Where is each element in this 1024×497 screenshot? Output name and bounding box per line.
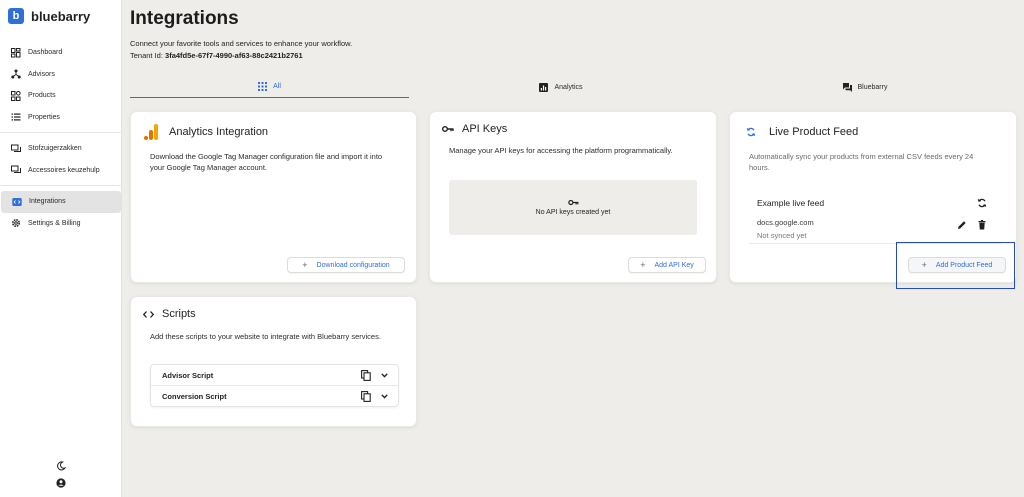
account-icon bbox=[56, 478, 66, 488]
card-title: API Keys bbox=[462, 123, 508, 135]
sidebar-item-dashboard[interactable]: Dashboard bbox=[0, 42, 122, 64]
sidebar-divider bbox=[0, 132, 122, 133]
sidebar-item-accessoires-keuzehulp[interactable]: Accessoires keuzehulp bbox=[0, 160, 122, 182]
sidebar-item-properties[interactable]: Properties bbox=[0, 107, 122, 129]
card-title: Analytics Integration bbox=[169, 126, 269, 138]
card-description: Download the Google Tag Manager configur… bbox=[150, 152, 383, 172]
feed-status: Not synced yet bbox=[757, 231, 807, 240]
sidebar-item-advisors[interactable]: Advisors bbox=[0, 64, 122, 86]
api-keys-card: API Keys Manage your API keys for access… bbox=[429, 111, 717, 283]
integrations-icon bbox=[12, 197, 22, 206]
card-description: Manage your API keys for accessing the p… bbox=[449, 146, 673, 155]
sidebar-item-label: Dashboard bbox=[28, 49, 63, 57]
scripts-card: Scripts Add these scripts to your websit… bbox=[130, 296, 417, 427]
conversion-script-row[interactable]: Conversion Script bbox=[150, 386, 399, 407]
button-label: Download configuration bbox=[316, 261, 390, 269]
tab-analytics[interactable]: Analytics bbox=[409, 76, 713, 98]
sidebar-item-label: Accessoires keuzehulp bbox=[28, 166, 100, 174]
sidebar-item-products[interactable]: Products bbox=[0, 85, 122, 107]
empty-message: No API keys created yet bbox=[535, 209, 611, 216]
analytics-integration-card: Analytics Integration Download the Googl… bbox=[130, 111, 417, 283]
script-name: Advisor Script bbox=[162, 371, 214, 380]
brand-name: bluebarry bbox=[31, 8, 91, 24]
api-keys-empty-state: No API keys created yet bbox=[449, 180, 697, 235]
tab-label: Analytics bbox=[554, 83, 583, 91]
tab-bluebarry[interactable]: Bluebarry bbox=[713, 76, 1017, 98]
button-label: Add API Key bbox=[654, 261, 694, 269]
tenant-value: 3fa4fd5e-67f7-4990-af63-88c2421b2761 bbox=[165, 51, 303, 60]
key-icon bbox=[567, 199, 578, 206]
tab-all[interactable]: All bbox=[130, 76, 409, 98]
script-name: Conversion Script bbox=[162, 392, 227, 401]
chat-icon bbox=[11, 165, 21, 174]
brand[interactable]: b bluebarry bbox=[8, 8, 90, 24]
dashboard-icon bbox=[11, 47, 21, 58]
sidebar-item-label: Properties bbox=[28, 113, 60, 121]
sidebar-nav: Dashboard Advisors Products Properties S… bbox=[0, 42, 122, 234]
forum-icon bbox=[842, 82, 852, 92]
apps-icon bbox=[258, 82, 268, 91]
feed-name: Example live feed bbox=[757, 198, 825, 208]
code-icon bbox=[143, 311, 154, 318]
sidebar-item-label: Advisors bbox=[28, 70, 55, 78]
sidebar-item-label: Stofzuigerzakken bbox=[28, 145, 82, 153]
highlight-box bbox=[896, 242, 1015, 289]
tenant-id: Tenant Id: 3fa4fd5e-67f7-4990-af63-88c24… bbox=[130, 51, 303, 60]
plus-icon: + bbox=[640, 260, 646, 270]
sidebar-item-label: Settings & Billing bbox=[28, 219, 81, 227]
plus-icon: + bbox=[302, 260, 308, 270]
add-api-key-button[interactable]: + Add API Key bbox=[628, 257, 706, 273]
hierarchy-icon bbox=[11, 69, 21, 79]
sidebar-item-label: Integrations bbox=[29, 198, 66, 206]
google-analytics-icon bbox=[144, 124, 158, 140]
delete-icon[interactable] bbox=[977, 220, 987, 230]
grid-icon bbox=[11, 90, 21, 101]
card-title: Live Product Feed bbox=[769, 126, 859, 138]
key-icon bbox=[442, 126, 454, 132]
gear-icon bbox=[11, 219, 21, 228]
brand-logo: b bbox=[8, 8, 24, 24]
download-configuration-button[interactable]: + Download configuration bbox=[287, 257, 405, 273]
analytics-icon bbox=[539, 82, 549, 92]
chat-icon bbox=[11, 144, 21, 152]
account-button[interactable] bbox=[55, 477, 67, 489]
sync-icon bbox=[746, 127, 756, 137]
list-icon bbox=[11, 113, 21, 121]
sidebar-item-integrations[interactable]: Integrations bbox=[1, 191, 121, 213]
edit-icon[interactable] bbox=[957, 220, 967, 230]
sidebar: b bluebarry Dashboard Advisors Products … bbox=[0, 0, 122, 497]
feed-item: Example live feed docs.google.com Not sy… bbox=[749, 186, 1001, 244]
copy-icon[interactable] bbox=[361, 370, 371, 381]
copy-icon[interactable] bbox=[361, 391, 371, 402]
chevron-down-icon[interactable] bbox=[381, 373, 388, 378]
moon-icon bbox=[57, 461, 66, 471]
card-description: Automatically sync your products from ex… bbox=[749, 152, 974, 172]
tab-label: All bbox=[273, 83, 281, 90]
sidebar-item-label: Products bbox=[28, 92, 56, 100]
filter-tabs: All Analytics Bluebarry bbox=[130, 76, 1017, 98]
chevron-down-icon[interactable] bbox=[381, 394, 388, 399]
sidebar-divider bbox=[0, 185, 122, 186]
tab-label: Bluebarry bbox=[857, 83, 888, 91]
dark-mode-toggle[interactable] bbox=[55, 460, 67, 472]
sidebar-item-settings-billing[interactable]: Settings & Billing bbox=[0, 213, 122, 235]
advisor-script-row[interactable]: Advisor Script bbox=[150, 365, 399, 386]
page-title: Integrations bbox=[130, 8, 239, 29]
tenant-label: Tenant Id: bbox=[130, 51, 163, 60]
card-title: Scripts bbox=[162, 308, 196, 320]
sidebar-item-stofzuigerzakken[interactable]: Stofzuigerzakken bbox=[0, 138, 122, 160]
sync-feed-icon[interactable] bbox=[977, 198, 987, 208]
feed-url: docs.google.com bbox=[757, 218, 814, 227]
card-description: Add these scripts to your website to int… bbox=[150, 332, 381, 341]
page-subtitle: Connect your favorite tools and services… bbox=[130, 39, 353, 48]
